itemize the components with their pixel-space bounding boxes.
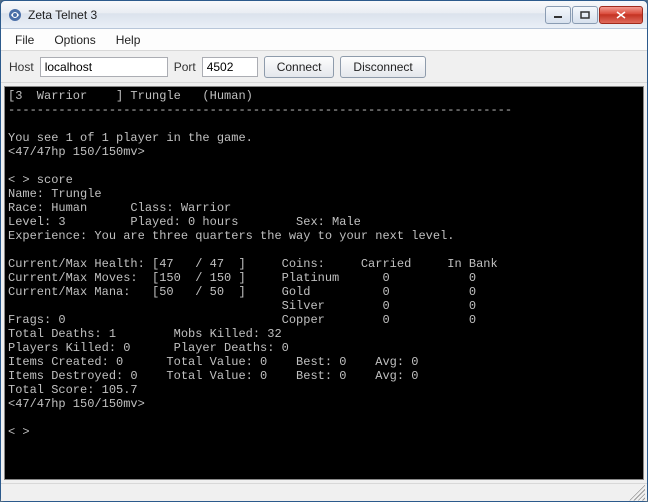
window-controls — [545, 6, 643, 24]
app-icon — [7, 7, 23, 23]
port-input[interactable] — [202, 57, 258, 77]
host-label: Host — [9, 60, 34, 74]
minimize-button[interactable] — [545, 6, 571, 24]
menu-options[interactable]: Options — [44, 30, 105, 50]
terminal-area[interactable]: [3 Warrior ] Trungle (Human) -----------… — [4, 86, 644, 480]
maximize-button[interactable] — [572, 6, 598, 24]
disconnect-button[interactable]: Disconnect — [340, 56, 425, 78]
menu-help[interactable]: Help — [106, 30, 151, 50]
terminal-output: [3 Warrior ] Trungle (Human) -----------… — [5, 87, 643, 441]
statusbar — [1, 483, 647, 501]
connection-toolbar: Host Port Connect Disconnect — [1, 51, 647, 83]
port-label: Port — [174, 60, 196, 74]
close-button[interactable] — [599, 6, 643, 24]
app-window: Zeta Telnet 3 File Options Help Host Por… — [0, 0, 648, 502]
host-input[interactable] — [40, 57, 168, 77]
menu-file[interactable]: File — [5, 30, 44, 50]
window-title: Zeta Telnet 3 — [28, 8, 545, 22]
resize-grip-icon[interactable] — [629, 485, 645, 501]
menubar: File Options Help — [1, 29, 647, 51]
titlebar[interactable]: Zeta Telnet 3 — [1, 1, 647, 29]
connect-button[interactable]: Connect — [264, 56, 335, 78]
